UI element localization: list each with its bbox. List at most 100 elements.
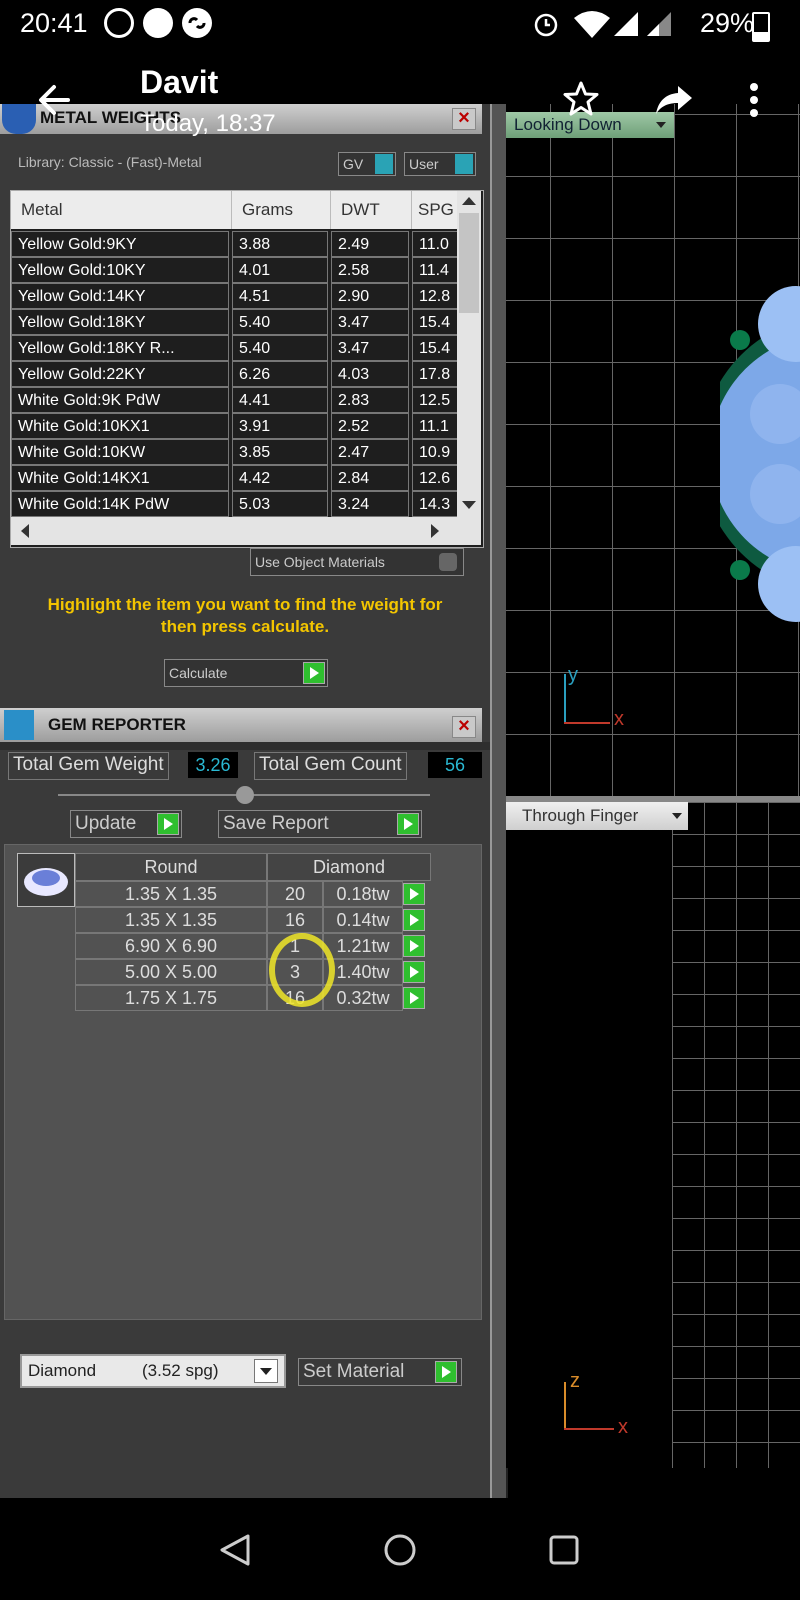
- table-cell: Yellow Gold:10KY: [11, 257, 229, 283]
- gem-row-select-icon[interactable]: [403, 883, 425, 905]
- share-forward-icon[interactable]: [654, 82, 694, 118]
- gem-row-cell: 1.35 X 1.35: [75, 881, 267, 907]
- round-gem-icon: [24, 868, 68, 896]
- table-cell: White Gold:9K PdW: [11, 387, 229, 413]
- user-toggle[interactable]: User: [404, 152, 476, 176]
- table-row[interactable]: Yellow Gold:9KY 3.88 2.49 11.0: [11, 231, 465, 257]
- table-row[interactable]: Yellow Gold:22KY 6.26 4.03 17.8: [11, 361, 465, 387]
- col-dwt[interactable]: DWT: [331, 191, 412, 229]
- gem-row-cell: 6.90 X 6.90: [75, 933, 267, 959]
- table-row[interactable]: White Gold:9K PdW 4.41 2.83 12.5: [11, 387, 465, 413]
- metal-table: Metal Grams DWT SPG Yellow Gold:9KY 3.88 2…: [10, 190, 484, 548]
- gem-row-cell: 1.35 X 1.35: [75, 907, 267, 933]
- table-row[interactable]: Yellow Gold:18KY 5.40 3.47 15.4: [11, 309, 465, 335]
- last-seen: Today, 18:37: [140, 110, 276, 137]
- table-cell: 3.24: [331, 491, 409, 517]
- set-material-arrow-icon: [435, 1361, 457, 1383]
- table-row[interactable]: White Gold:14K PdW 5.03 3.24 14.3: [11, 491, 465, 517]
- save-report-button[interactable]: Save Report: [218, 810, 422, 838]
- update-button[interactable]: Update: [70, 810, 182, 838]
- table-cell: 4.42: [232, 465, 328, 491]
- table-row[interactable]: White Gold:10KX1 3.91 2.52 11.1: [11, 413, 465, 439]
- table-cell: 3.47: [331, 335, 409, 361]
- gem-report-area: Round Diamond 1.35 X 1.35 20 0.18tw 1.35 X …: [4, 844, 482, 1320]
- nav-back-icon[interactable]: [218, 1532, 252, 1568]
- table-cell: White Gold:14KX1: [11, 465, 229, 491]
- table-cell: White Gold:14K PdW: [11, 491, 229, 517]
- gem-row-cell: 0.32tw: [323, 985, 403, 1011]
- table-cell: 2.47: [331, 439, 409, 465]
- left-panel: METAL WEIGHTS × Library: Classic - (Fast…: [0, 104, 490, 1498]
- table-cell: 5.03: [232, 491, 328, 517]
- gem-row-select-icon[interactable]: [403, 987, 425, 1009]
- axis-x-label: x: [614, 708, 624, 730]
- status-time: 20:41: [20, 8, 88, 38]
- view-select-through-finger[interactable]: Through Finger: [506, 802, 688, 830]
- close-icon[interactable]: ×: [452, 716, 476, 738]
- gv-toggle[interactable]: GV: [338, 152, 396, 176]
- calculate-arrow-icon: [303, 662, 325, 684]
- table-cell: 3.91: [232, 413, 328, 439]
- gem-row-cell: 0.18tw: [323, 881, 403, 907]
- nav-home-icon[interactable]: [382, 1532, 418, 1568]
- table-cell: 2.49: [331, 231, 409, 257]
- gem-row-cell: 1.40tw: [323, 959, 403, 985]
- total-gem-count-value: 56: [428, 752, 482, 778]
- table-cell: 5.40: [232, 335, 328, 361]
- calculate-button[interactable]: Calculate: [164, 659, 328, 687]
- ring-model[interactable]: [720, 254, 800, 654]
- col-metal[interactable]: Metal: [11, 191, 232, 229]
- viewport-looking-down[interactable]: Looking Down y x: [506, 104, 800, 796]
- table-cell: 6.26: [232, 361, 328, 387]
- nav-recents-icon[interactable]: [548, 1534, 580, 1566]
- col-grams[interactable]: Grams: [232, 191, 331, 229]
- set-material-button[interactable]: Set Material: [298, 1358, 462, 1386]
- table-cell: Yellow Gold:22KY: [11, 361, 229, 387]
- close-icon[interactable]: ×: [452, 108, 476, 130]
- view-label-through-finger: Through Finger: [522, 806, 639, 825]
- table-cell: 2.52: [331, 413, 409, 439]
- chevron-down-icon: [254, 1359, 278, 1383]
- whatsapp-icon: [104, 8, 134, 38]
- gem-row-select-icon[interactable]: [403, 909, 425, 931]
- gem-row-cell: 20: [267, 881, 323, 907]
- table-row[interactable]: White Gold:14KX1 4.42 2.84 12.6: [11, 465, 465, 491]
- gem-row-cell: 0.14tw: [323, 907, 403, 933]
- metal-table-hscroll[interactable]: [11, 517, 481, 545]
- gem-shape-thumbnail[interactable]: [17, 853, 75, 907]
- calculate-label: Calculate: [169, 665, 228, 681]
- table-cell: 3.85: [232, 439, 328, 465]
- back-arrow-icon[interactable]: [36, 82, 72, 118]
- metal-table-vscroll[interactable]: [457, 191, 481, 517]
- navigation-bar: [0, 1498, 800, 1600]
- gem-row-select-icon[interactable]: [403, 961, 425, 983]
- table-row[interactable]: Yellow Gold:18KY R... 5.40 3.47 15.4: [11, 335, 465, 361]
- use-object-materials[interactable]: Use Object Materials: [250, 548, 464, 576]
- wifi-icon: [574, 11, 610, 38]
- more-menu-icon[interactable]: [748, 82, 760, 118]
- star-icon[interactable]: [562, 80, 600, 118]
- battery-icon: [752, 12, 770, 42]
- save-report-arrow-icon: [397, 813, 419, 835]
- user-label: User: [409, 156, 439, 172]
- gem-row-cell: 1.75 X 1.75: [75, 985, 267, 1011]
- contact-name[interactable]: Davit: [140, 64, 218, 101]
- signal-2-icon: [647, 12, 671, 36]
- status-bar: 20:41 29%: [0, 0, 800, 48]
- table-row[interactable]: White Gold:10KW 3.85 2.47 10.9: [11, 439, 465, 465]
- table-cell: 4.01: [232, 257, 328, 283]
- gem-row-select-icon[interactable]: [403, 935, 425, 957]
- calculate-hint: Highlight the item you want to find the …: [47, 595, 443, 636]
- gem-col-material: Diamond: [267, 853, 431, 881]
- table-row[interactable]: Yellow Gold:14KY 4.51 2.90 12.8: [11, 283, 465, 309]
- table-cell: 3.88: [232, 231, 328, 257]
- gv-label: GV: [343, 156, 364, 172]
- table-cell: White Gold:10KW: [11, 439, 229, 465]
- gem-col-shape: Round: [75, 853, 267, 881]
- material-select[interactable]: Diamond (3.52 spg): [20, 1354, 286, 1388]
- table-row[interactable]: Yellow Gold:10KY 4.01 2.58 11.4: [11, 257, 465, 283]
- gem-reporter-icon: [4, 710, 34, 740]
- total-gem-count-label: Total Gem Count: [254, 752, 407, 780]
- viewport-through-finger[interactable]: Through Finger z x: [506, 802, 800, 1468]
- splitter-handle[interactable]: [236, 786, 254, 804]
